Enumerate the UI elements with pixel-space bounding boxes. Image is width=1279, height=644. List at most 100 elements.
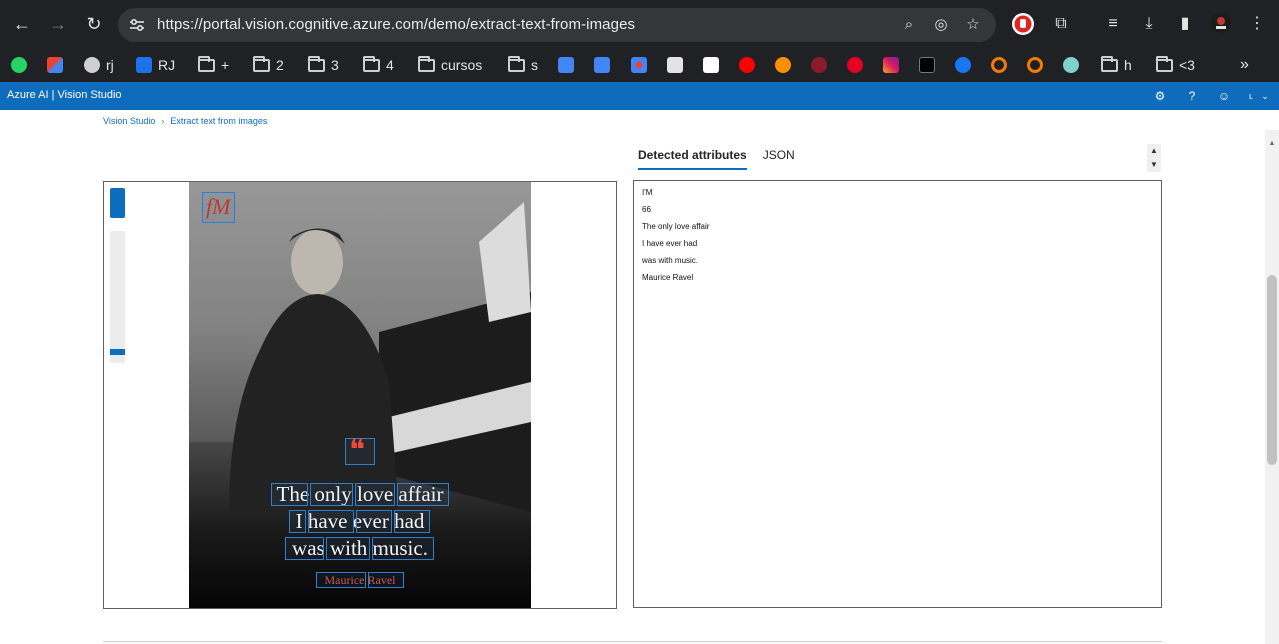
whatsapp-icon[interactable] bbox=[11, 53, 27, 77]
page-scrollbar[interactable]: ▲ bbox=[1265, 130, 1279, 644]
forward-icon[interactable]: → bbox=[46, 12, 70, 36]
calendar-icon[interactable] bbox=[558, 53, 574, 77]
breadcrumb-current[interactable]: Extract text from images bbox=[170, 116, 267, 126]
image-preview-panel: fM ❝ The only love affair I have ever ha… bbox=[103, 181, 617, 609]
settings-gear-icon[interactable]: ⚙ bbox=[1152, 88, 1168, 104]
ocr-box-word[interactable] bbox=[326, 537, 370, 560]
assistant-icon[interactable] bbox=[631, 53, 647, 77]
ocr-box-word[interactable] bbox=[372, 537, 434, 560]
amazon-icon[interactable] bbox=[703, 53, 719, 77]
section-divider bbox=[103, 641, 1162, 642]
side-panel-icon[interactable]: ▮ bbox=[1173, 12, 1197, 36]
bookmark-star-icon[interactable]: ☆ bbox=[963, 15, 983, 35]
zoom-slider[interactable] bbox=[110, 231, 125, 363]
zoom-in-button[interactable] bbox=[110, 188, 125, 218]
extensions-icon[interactable]: ⧉ bbox=[1049, 12, 1073, 36]
ocr-box-logo[interactable]: fM bbox=[202, 192, 235, 223]
detected-line: I have ever had bbox=[642, 239, 698, 248]
detected-line: The only love affair bbox=[642, 222, 710, 231]
breadcrumb: Vision Studio › Extract text from images bbox=[103, 116, 267, 126]
bookmark-rj-upper[interactable]: RJ bbox=[136, 53, 175, 77]
adblock-icon[interactable] bbox=[1011, 12, 1035, 36]
tab-json[interactable]: JSON bbox=[763, 148, 795, 170]
gmail-icon[interactable] bbox=[47, 53, 63, 77]
folder-icon bbox=[1101, 55, 1118, 72]
ocr-box-word[interactable] bbox=[308, 510, 354, 533]
more-bookmarks-icon[interactable]: » bbox=[1240, 53, 1249, 77]
ocr-box-word[interactable] bbox=[310, 483, 353, 506]
folder-icon bbox=[363, 55, 380, 72]
bookmarks-bar: rj RJ + 2 3 4 cursos s h <3 » bbox=[0, 48, 1279, 82]
x-twitter-icon[interactable] bbox=[919, 53, 935, 77]
bookmark-folder-heart[interactable]: <3 bbox=[1156, 53, 1195, 77]
ocr-box-word[interactable] bbox=[368, 572, 404, 588]
page-scrollbar-thumb[interactable] bbox=[1267, 275, 1277, 465]
facebook-icon[interactable] bbox=[955, 53, 971, 77]
edge-icon[interactable] bbox=[1063, 53, 1079, 77]
folder-icon bbox=[308, 55, 325, 72]
result-tabs: Detected attributes JSON bbox=[638, 148, 795, 170]
detected-line: I'M bbox=[642, 188, 653, 197]
logo-text: fM bbox=[206, 194, 231, 219]
chevron-down-icon[interactable]: ⌄ bbox=[1257, 88, 1273, 104]
reload-icon[interactable]: ↻ bbox=[82, 12, 106, 36]
detected-line: Maurice Ravel bbox=[642, 273, 694, 282]
zoom-icon[interactable]: ⌕ bbox=[899, 15, 919, 35]
orange-site-icon[interactable] bbox=[775, 53, 791, 77]
feedback-smiley-icon[interactable]: ☺ bbox=[1216, 88, 1232, 104]
ocr-box-word[interactable] bbox=[271, 483, 308, 506]
help-icon[interactable]: ? bbox=[1184, 88, 1200, 104]
bookmark-folder-s[interactable]: s bbox=[508, 53, 538, 77]
url-text[interactable]: https://portal.vision.cognitive.azure.co… bbox=[157, 16, 635, 33]
orange-ring-icon[interactable] bbox=[991, 53, 1007, 77]
breadcrumb-vision-studio[interactable]: Vision Studio bbox=[103, 116, 155, 126]
profile-avatar[interactable] bbox=[1209, 12, 1233, 36]
bookmark-rj-lower[interactable]: rj bbox=[84, 53, 114, 77]
youtube-music-icon[interactable] bbox=[739, 53, 755, 77]
folder-icon bbox=[508, 55, 525, 72]
red-swirl-icon[interactable] bbox=[811, 53, 827, 77]
detected-line: 66 bbox=[642, 205, 651, 214]
site-settings-icon[interactable] bbox=[128, 16, 146, 34]
bookmark-folder-3[interactable]: 3 bbox=[308, 53, 339, 77]
zoom-slider-thumb[interactable] bbox=[110, 349, 125, 355]
bookmark-folder-plus[interactable]: + bbox=[198, 53, 229, 77]
ocr-box-word[interactable] bbox=[355, 483, 395, 506]
site-icon bbox=[136, 57, 152, 73]
bookmark-folder-2[interactable]: 2 bbox=[253, 53, 284, 77]
quote-mark-icon: ❝ bbox=[349, 434, 366, 467]
browser-toolbar: ← → ↻ https://portal.vision.cognitive.az… bbox=[0, 0, 1279, 48]
tab-detected-attributes[interactable]: Detected attributes bbox=[638, 148, 747, 170]
download-icon[interactable]: ⤓ bbox=[1137, 12, 1161, 36]
bookmark-folder-h[interactable]: h bbox=[1101, 53, 1132, 77]
ocr-box-word[interactable] bbox=[397, 483, 449, 506]
bookmark-folder-4[interactable]: 4 bbox=[363, 53, 394, 77]
ocr-box-word[interactable] bbox=[285, 537, 324, 560]
pinterest-icon[interactable] bbox=[847, 53, 863, 77]
azure-header: Azure AI | Vision Studio ⚙ ? ☺ ʟ ⌄ bbox=[0, 82, 1279, 110]
folder-icon bbox=[198, 55, 215, 72]
ocr-box-word[interactable] bbox=[356, 510, 392, 533]
detected-text-panel: I'M 66 The only love affair I have ever … bbox=[633, 180, 1162, 608]
detected-line: was with music. bbox=[642, 256, 699, 265]
menu-kebab-icon[interactable]: ⋮ bbox=[1245, 12, 1269, 36]
ocr-box-word[interactable] bbox=[316, 572, 366, 588]
chevron-up-icon[interactable]: ▲ bbox=[1147, 144, 1161, 158]
ocr-box-quote-mark[interactable]: ❝ bbox=[345, 434, 375, 467]
scroll-up-icon[interactable]: ▲ bbox=[1268, 140, 1276, 148]
media-queue-icon[interactable]: ≡ bbox=[1101, 12, 1125, 36]
orange-ring-icon-2[interactable] bbox=[1027, 53, 1043, 77]
translate-icon[interactable] bbox=[594, 53, 610, 77]
bookmark-folder-cursos[interactable]: cursos bbox=[418, 53, 482, 77]
k-site-icon[interactable] bbox=[667, 53, 683, 77]
address-bar[interactable]: https://portal.vision.cognitive.azure.co… bbox=[118, 8, 996, 42]
app-title[interactable]: Azure AI | Vision Studio bbox=[7, 89, 122, 101]
back-icon[interactable]: ← bbox=[10, 12, 34, 36]
instagram-icon[interactable] bbox=[883, 53, 899, 77]
results-scroll-stepper[interactable]: ▲ ▼ bbox=[1147, 144, 1161, 172]
ocr-box-word[interactable] bbox=[394, 510, 430, 533]
eye-off-icon[interactable]: ◎ bbox=[931, 15, 951, 35]
folder-icon bbox=[253, 55, 270, 72]
ocr-box-word[interactable] bbox=[289, 510, 306, 533]
chevron-down-icon[interactable]: ▼ bbox=[1147, 158, 1161, 172]
